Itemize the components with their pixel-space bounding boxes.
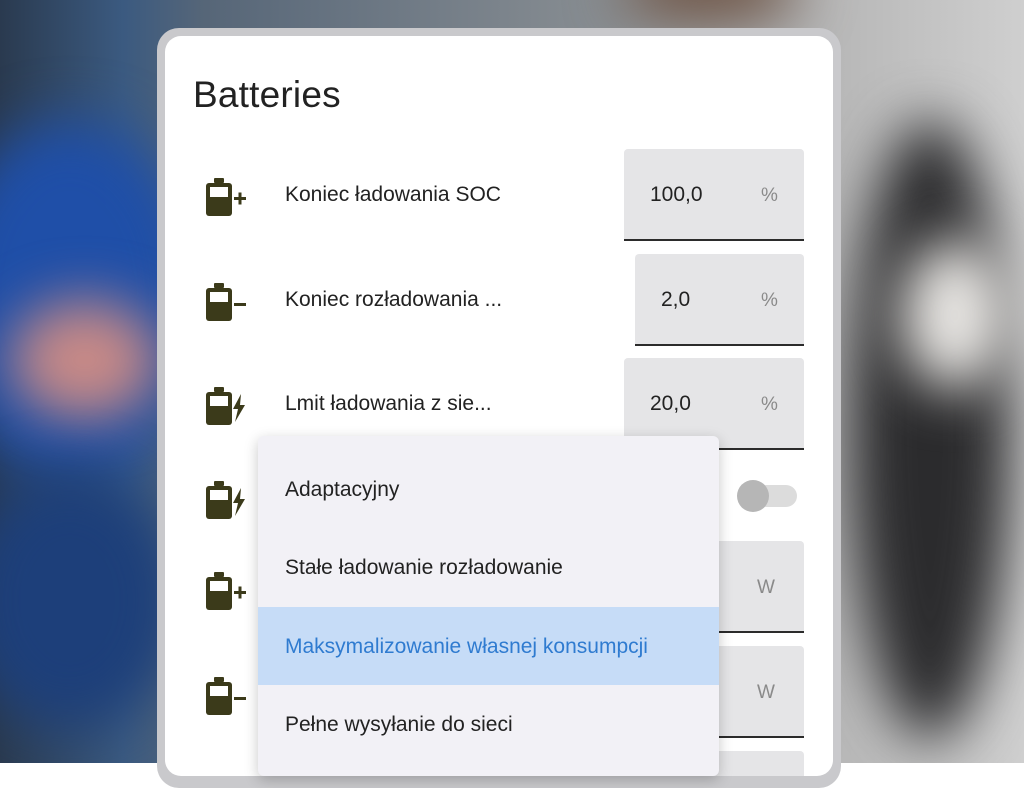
field-value: 100,0	[650, 183, 703, 206]
setting-label: Koniec ładowania SOC	[285, 183, 501, 206]
menu-item-label: Stałe ładowanie rozładowanie	[285, 556, 563, 579]
menu-item-full-export-to-grid[interactable]: Pełne wysyłanie do sieci	[258, 685, 719, 763]
battery-charging-icon	[206, 481, 245, 519]
field-unit: W	[757, 682, 775, 703]
menu-item-label: Adaptacyjny	[285, 478, 400, 501]
battery-charging-icon	[206, 387, 245, 425]
field-value: 20,0	[650, 392, 691, 415]
charge-end-soc-input[interactable]: 100,0 %	[624, 149, 804, 241]
discharge-end-input[interactable]: 2,0 %	[635, 254, 804, 346]
field-unit: W	[757, 577, 775, 598]
menu-item-label: Maksymalizowanie własnej konsumpcji	[285, 635, 648, 658]
menu-item-constant-charge-discharge[interactable]: Stałe ładowanie rozładowanie	[258, 528, 719, 606]
toggle-knob[interactable]	[737, 480, 769, 512]
field-value: 2,0	[661, 288, 691, 311]
menu-item-label: Pełne wysyłanie do sieci	[285, 713, 513, 736]
setting-row-discharge-end: Koniec rozładowania ... 2,0 %	[165, 254, 833, 346]
battery-minus-icon	[206, 283, 246, 321]
battery-minus-icon	[206, 677, 246, 715]
menu-item-adaptive[interactable]: Adaptacyjny	[258, 450, 719, 528]
panel-title: Batteries	[193, 74, 341, 115]
setting-label: Koniec rozładowania ...	[285, 288, 503, 311]
battery-plus-icon	[206, 178, 246, 216]
battery-plus-icon	[206, 572, 246, 610]
work-mode-dropdown-menu: Adaptacyjny Stałe ładowanie rozładowanie…	[258, 436, 719, 776]
menu-item-maximize-self-consumption[interactable]: Maksymalizowanie własnej konsumpcji	[258, 607, 719, 685]
setting-label: Lmit ładowania z sie...	[285, 392, 492, 415]
setting-row-charge-end-soc: Koniec ładowania SOC 100,0 %	[165, 149, 833, 241]
field-unit: %	[761, 185, 778, 206]
field-unit: %	[761, 394, 778, 415]
field-unit: %	[761, 290, 778, 311]
